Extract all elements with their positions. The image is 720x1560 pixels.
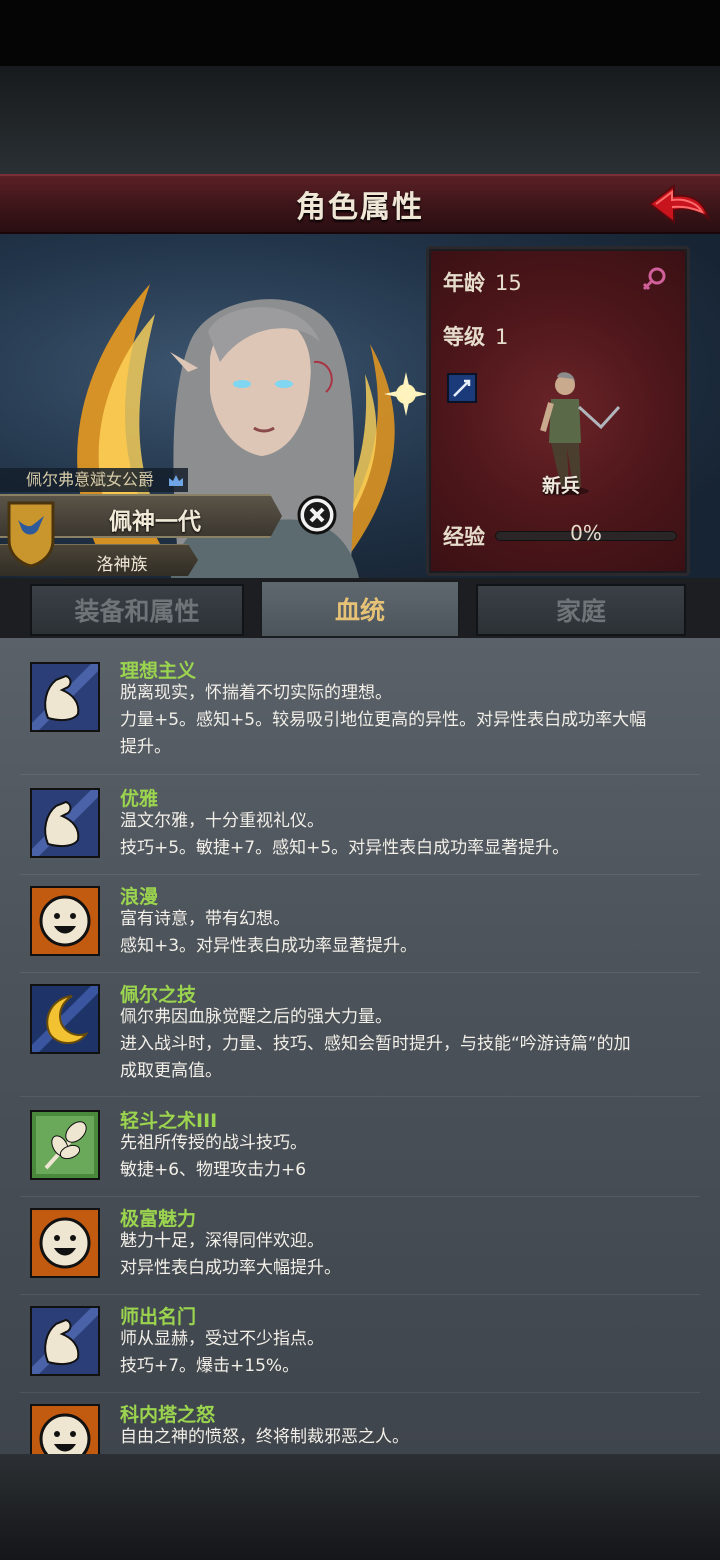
trait-name: 师出名门 (120, 1306, 197, 1328)
close-icon[interactable] (296, 494, 338, 536)
smiley-face-icon (30, 1404, 100, 1454)
exp-label: 经验 (443, 525, 485, 549)
female-gender-icon (642, 267, 666, 291)
tab-equipment-attributes[interactable]: 装备和属性 (30, 584, 244, 636)
character-name: 佩神一代 (109, 509, 201, 535)
divider (20, 1392, 700, 1393)
arm-strength-icon (30, 788, 100, 858)
noble-title: 佩尔弗意斌女公爵 (0, 468, 188, 492)
divider (20, 1196, 700, 1197)
trait-description: 富有诗意，带有幻想。 (120, 909, 290, 929)
trait-name: 科内塔之怒 (120, 1404, 216, 1426)
title-bar: 角色属性 (0, 174, 720, 234)
stats-panel: 年龄 15 等级 1 新兵 经验 0% (426, 246, 690, 576)
age-row: 年龄 15 (443, 267, 522, 297)
trait-name: 浪漫 (120, 886, 159, 908)
trait-effect: 力量+5。感知+5。较易吸引地位更高的异性。对异性表白成功率大幅 (120, 710, 647, 730)
tab-family[interactable]: 家庭 (476, 584, 686, 636)
level-row: 等级 1 (443, 321, 508, 351)
age-value: 15 (495, 271, 522, 295)
crescent-moon-icon (30, 984, 100, 1054)
trait-list[interactable]: 理想主义 脱离现实，怀揣着不切实际的理想。 力量+5。感知+5。较易吸引地位更高… (0, 638, 720, 1454)
trait-description: 魅力十足，深得同伴欢迎。 (120, 1231, 324, 1251)
page-title: 角色属性 (296, 190, 424, 225)
trait-effect: 进入战斗时，力量、技巧、感知会暂时提升，与技能“吟游诗篇”的加 (120, 1034, 631, 1054)
trait-effect: 对异性表白成功率大幅提升。 (120, 1258, 341, 1278)
trait-name: 理想主义 (120, 660, 197, 682)
level-label: 等级 (443, 325, 485, 349)
trait-description: 自由之神的愤怒，终将制裁邪恶之人。 (120, 1427, 409, 1447)
arm-strength-icon (30, 1306, 100, 1376)
status-bar-area (0, 0, 720, 66)
trait-name: 优雅 (120, 788, 159, 810)
trait-name: 极富魅力 (120, 1208, 197, 1230)
divider (20, 874, 700, 875)
trait-effect: 技巧+5。敏捷+7。感知+5。对异性表白成功率显著提升。 (120, 838, 570, 858)
trait-description: 佩尔弗因血脉觉醒之后的强大力量。 (120, 1007, 392, 1027)
bottom-panel (0, 1454, 720, 1560)
class-name: 新兵 (541, 475, 580, 497)
sword-class-icon (447, 373, 477, 403)
trait-name: 佩尔之技 (120, 984, 197, 1006)
smiley-face-icon (30, 1208, 100, 1278)
leaf-branch-icon (30, 1110, 100, 1180)
bird-crest-icon (7, 501, 55, 568)
tab-bloodline[interactable]: 血统 (260, 580, 460, 638)
trait-name: 轻斗之术III (120, 1110, 218, 1132)
upper-backdrop (0, 66, 720, 174)
divider (20, 1096, 700, 1097)
trait-effect: 提升。 (120, 737, 171, 757)
divider (20, 1294, 700, 1295)
divider (20, 774, 700, 775)
age-label: 年龄 (443, 271, 485, 295)
trait-description: 师从显赫，受过不少指点。 (120, 1329, 324, 1349)
trait-effect: 成取更高值。 (120, 1061, 222, 1081)
smiley-face-icon (30, 886, 100, 956)
trait-description: 先祖所传授的战斗技巧。 (120, 1133, 307, 1153)
trait-effect: 感知+3。对异性表白成功率显著提升。 (120, 936, 418, 956)
tab-bar: 装备和属性 血统 家庭 (0, 578, 720, 638)
arm-strength-icon (30, 662, 100, 732)
exp-value: 0% (570, 521, 602, 545)
trait-description: 温文尔雅，十分重视礼仪。 (120, 811, 324, 831)
crown-icon (169, 475, 183, 486)
trait-description: 脱离现实，怀揣着不切实际的理想。 (120, 683, 392, 703)
back-arrow-icon[interactable] (646, 180, 712, 232)
divider (20, 972, 700, 973)
trait-effect: 敏捷+6、物理攻击力+6 (120, 1160, 307, 1180)
level-value: 1 (495, 325, 509, 349)
character-race: 洛神族 (96, 555, 148, 575)
trait-effect: 技巧+7。爆击+15%。 (120, 1356, 300, 1376)
